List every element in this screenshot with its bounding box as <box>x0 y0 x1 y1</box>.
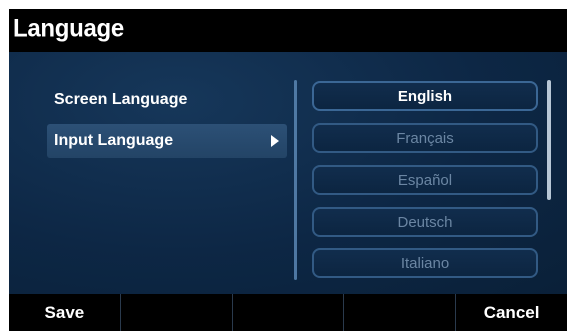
option-english[interactable]: English <box>312 81 538 111</box>
column-divider <box>294 80 297 280</box>
scrollbar[interactable] <box>547 80 551 200</box>
option-espanol[interactable]: Español <box>312 165 538 195</box>
softkey-3[interactable] <box>233 294 345 331</box>
softkey-bar: Save Cancel <box>9 294 567 331</box>
option-label: English <box>397 87 453 105</box>
content-area: Screen Language Input Language English F… <box>9 52 567 294</box>
softkey-4[interactable] <box>344 294 457 331</box>
option-label: Italiano <box>400 254 450 272</box>
cancel-softkey[interactable]: Cancel <box>456 294 567 331</box>
option-francais[interactable]: Français <box>312 123 538 153</box>
option-deutsch[interactable]: Deutsch <box>312 207 538 237</box>
softkey-2[interactable] <box>121 294 233 331</box>
option-italiano[interactable]: Italiano <box>312 248 538 278</box>
menu-item-input-language[interactable]: Input Language <box>47 124 287 158</box>
option-label: Español <box>397 171 453 189</box>
phone-screen: Language Screen Language Input Language … <box>9 9 567 331</box>
menu-item-label: Screen Language <box>54 91 188 108</box>
save-softkey[interactable]: Save <box>9 294 121 331</box>
menu-item-screen-language[interactable]: Screen Language <box>47 83 287 117</box>
option-label: Français <box>396 129 454 147</box>
chevron-right-icon <box>271 135 279 147</box>
title-bar: Language <box>9 9 567 52</box>
page-title: Language <box>13 14 124 43</box>
menu-item-label: Input Language <box>54 132 174 149</box>
option-label: Deutsch <box>397 213 453 231</box>
